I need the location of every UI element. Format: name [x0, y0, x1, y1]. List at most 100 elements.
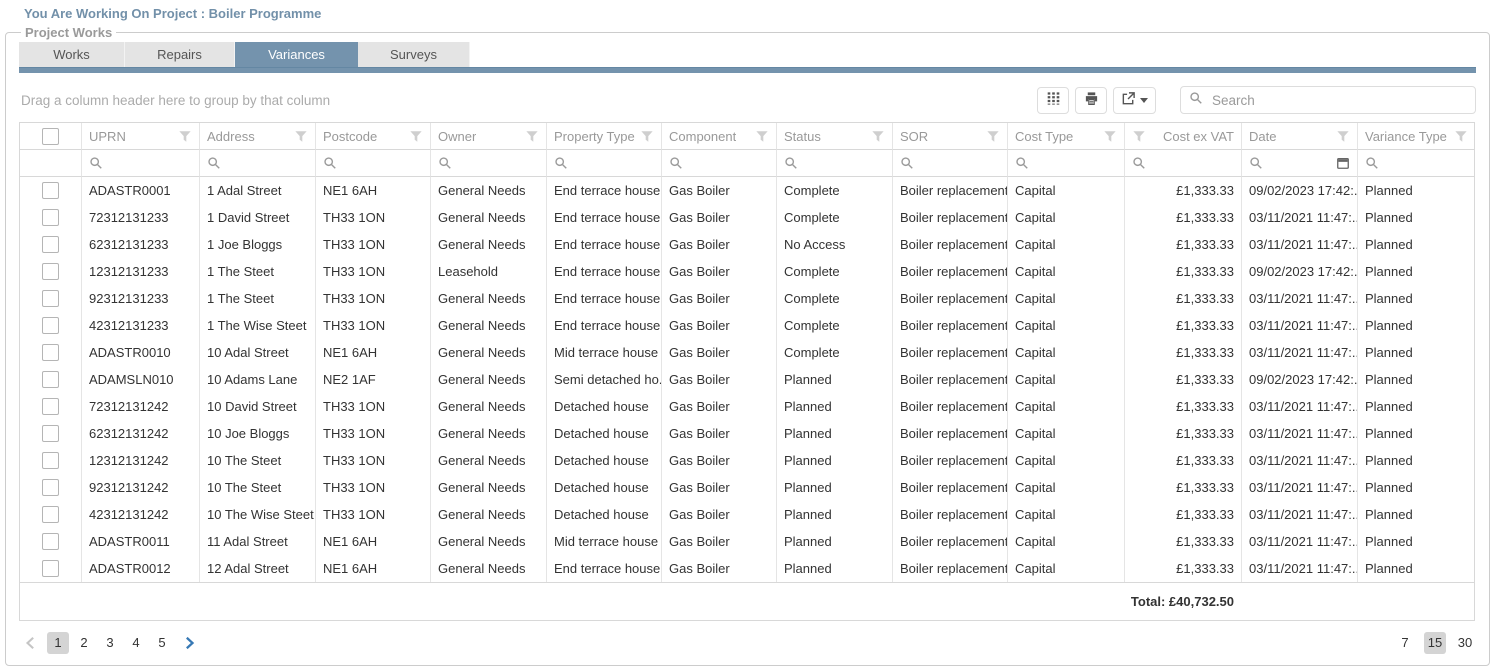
filter-cell-component[interactable]	[662, 150, 777, 177]
table-row[interactable]: 923121312331 The SteetTH33 1ONGeneral Ne…	[20, 285, 1474, 312]
calendar-icon[interactable]	[1336, 156, 1350, 170]
cell-uprn: 12312131233	[82, 258, 200, 285]
column-header-sor[interactable]: SOR	[893, 123, 1008, 150]
tab-repairs[interactable]: Repairs	[125, 42, 235, 67]
column-header-address[interactable]: Address	[200, 123, 316, 150]
row-checkbox[interactable]	[42, 290, 59, 307]
filter-cell-cost_ex_vat[interactable]	[1125, 150, 1242, 177]
table-row[interactable]: 123121312331 The SteetTH33 1ONLeaseholdE…	[20, 258, 1474, 285]
table-row[interactable]: ADAMSLN01010 Adams LaneNE2 1AFGeneral Ne…	[20, 366, 1474, 393]
filter-funnel-icon[interactable]	[1336, 130, 1350, 143]
row-checkbox[interactable]	[42, 344, 59, 361]
filter-cell-variance_type[interactable]	[1358, 150, 1475, 177]
row-checkbox[interactable]	[42, 425, 59, 442]
table-row[interactable]: 7231213124210 David StreetTH33 1ONGenera…	[20, 393, 1474, 420]
column-header-status[interactable]: Status	[777, 123, 893, 150]
filter-cell-sor[interactable]	[893, 150, 1008, 177]
cell-sor: Boiler replacement	[893, 285, 1008, 312]
row-checkbox[interactable]	[42, 263, 59, 280]
filter-funnel-icon[interactable]	[871, 130, 885, 143]
table-row[interactable]: 6231213124210 Joe BloggsTH33 1ONGeneral …	[20, 420, 1474, 447]
row-checkbox[interactable]	[42, 452, 59, 469]
filter-funnel-icon[interactable]	[294, 130, 308, 143]
filter-cell-property_type[interactable]	[547, 150, 662, 177]
filter-funnel-icon[interactable]	[1103, 130, 1117, 143]
tab-variances[interactable]: Variances	[235, 42, 358, 67]
page-size-button-7[interactable]: 7	[1394, 632, 1416, 654]
column-header-date[interactable]: Date	[1242, 123, 1358, 150]
row-checkbox[interactable]	[42, 209, 59, 226]
row-checkbox[interactable]	[42, 398, 59, 415]
cell-property_type: End terrace house	[547, 258, 662, 285]
cell-owner: General Needs	[431, 339, 547, 366]
prev-page-button[interactable]	[19, 632, 43, 654]
column-header-component[interactable]: Component	[662, 123, 777, 150]
table-row[interactable]: ADASTR001212 Adal StreetNE1 6AHGeneral N…	[20, 555, 1474, 582]
table-row[interactable]: 9231213124210 The SteetTH33 1ONGeneral N…	[20, 474, 1474, 501]
tab-surveys[interactable]: Surveys	[358, 42, 470, 67]
table-row[interactable]: 423121312331 The Wise SteetTH33 1ONGener…	[20, 312, 1474, 339]
cell-select	[20, 528, 82, 555]
filter-cell-status[interactable]	[777, 150, 893, 177]
page-button-5[interactable]: 5	[151, 632, 173, 654]
cell-component: Gas Boiler	[662, 204, 777, 231]
page-size-button-15[interactable]: 15	[1424, 632, 1446, 654]
column-header-property_type[interactable]: Property Type	[547, 123, 662, 150]
row-checkbox[interactable]	[42, 506, 59, 523]
filter-cell-address[interactable]	[200, 150, 316, 177]
column-header-cost_ex_vat[interactable]: Cost ex VAT	[1125, 123, 1242, 150]
cell-cost_ex_vat: £1,333.33	[1125, 420, 1242, 447]
page-button-2[interactable]: 2	[73, 632, 95, 654]
column-header-owner[interactable]: Owner	[431, 123, 547, 150]
page-button-4[interactable]: 4	[125, 632, 147, 654]
row-checkbox[interactable]	[42, 236, 59, 253]
filter-funnel-icon[interactable]	[755, 130, 769, 143]
table-row[interactable]: 623121312331 Joe BloggsTH33 1ONGeneral N…	[20, 231, 1474, 258]
search-input[interactable]	[1210, 92, 1467, 109]
table-row[interactable]: 4231213124210 The Wise SteetTH33 1ONGene…	[20, 501, 1474, 528]
table-row[interactable]: ADASTR00011 Adal StreetNE1 6AHGeneral Ne…	[20, 177, 1474, 204]
cell-cost_type: Capital	[1008, 528, 1125, 555]
cell-address: 1 Joe Bloggs	[200, 231, 316, 258]
cell-uprn: 12312131242	[82, 447, 200, 474]
tab-works[interactable]: Works	[19, 42, 125, 67]
table-row[interactable]: 723121312331 David StreetTH33 1ONGeneral…	[20, 204, 1474, 231]
filter-funnel-icon[interactable]	[1454, 130, 1468, 143]
table-row[interactable]: 1231213124210 The SteetTH33 1ONGeneral N…	[20, 447, 1474, 474]
cell-variance_type: Planned	[1358, 555, 1475, 582]
column-header-postcode[interactable]: Postcode	[316, 123, 431, 150]
table-row[interactable]: ADASTR001010 Adal StreetNE1 6AHGeneral N…	[20, 339, 1474, 366]
filter-cell-postcode[interactable]	[316, 150, 431, 177]
column-header-uprn[interactable]: UPRN	[82, 123, 200, 150]
row-checkbox[interactable]	[42, 560, 59, 577]
column-header-cost_type[interactable]: Cost Type	[1008, 123, 1125, 150]
row-checkbox[interactable]	[42, 371, 59, 388]
row-checkbox[interactable]	[42, 182, 59, 199]
filter-funnel-icon[interactable]	[178, 130, 192, 143]
filter-cell-uprn[interactable]	[82, 150, 200, 177]
filter-funnel-icon[interactable]	[986, 130, 1000, 143]
print-button[interactable]	[1075, 87, 1107, 114]
filter-cell-owner[interactable]	[431, 150, 547, 177]
cell-sor: Boiler replacement	[893, 393, 1008, 420]
column-chooser-button[interactable]	[1037, 87, 1069, 114]
filter-funnel-icon[interactable]	[640, 130, 654, 143]
column-chooser-icon	[1046, 91, 1061, 109]
filter-cell-cost_type[interactable]	[1008, 150, 1125, 177]
export-button[interactable]	[1113, 87, 1156, 114]
next-page-button[interactable]	[177, 632, 201, 654]
row-checkbox[interactable]	[42, 533, 59, 550]
filter-funnel-icon[interactable]	[1132, 130, 1146, 143]
filter-funnel-icon[interactable]	[409, 130, 423, 143]
page-button-3[interactable]: 3	[99, 632, 121, 654]
filter-cell-date[interactable]	[1242, 150, 1358, 177]
page-size-button-30[interactable]: 30	[1454, 632, 1476, 654]
row-checkbox[interactable]	[42, 479, 59, 496]
row-checkbox[interactable]	[42, 317, 59, 334]
filter-funnel-icon[interactable]	[525, 130, 539, 143]
select-all-checkbox[interactable]	[42, 128, 59, 145]
page-button-1[interactable]: 1	[47, 632, 69, 654]
cell-cost_type: Capital	[1008, 366, 1125, 393]
column-header-variance_type[interactable]: Variance Type	[1358, 123, 1475, 150]
table-row[interactable]: ADASTR001111 Adal StreetNE1 6AHGeneral N…	[20, 528, 1474, 555]
